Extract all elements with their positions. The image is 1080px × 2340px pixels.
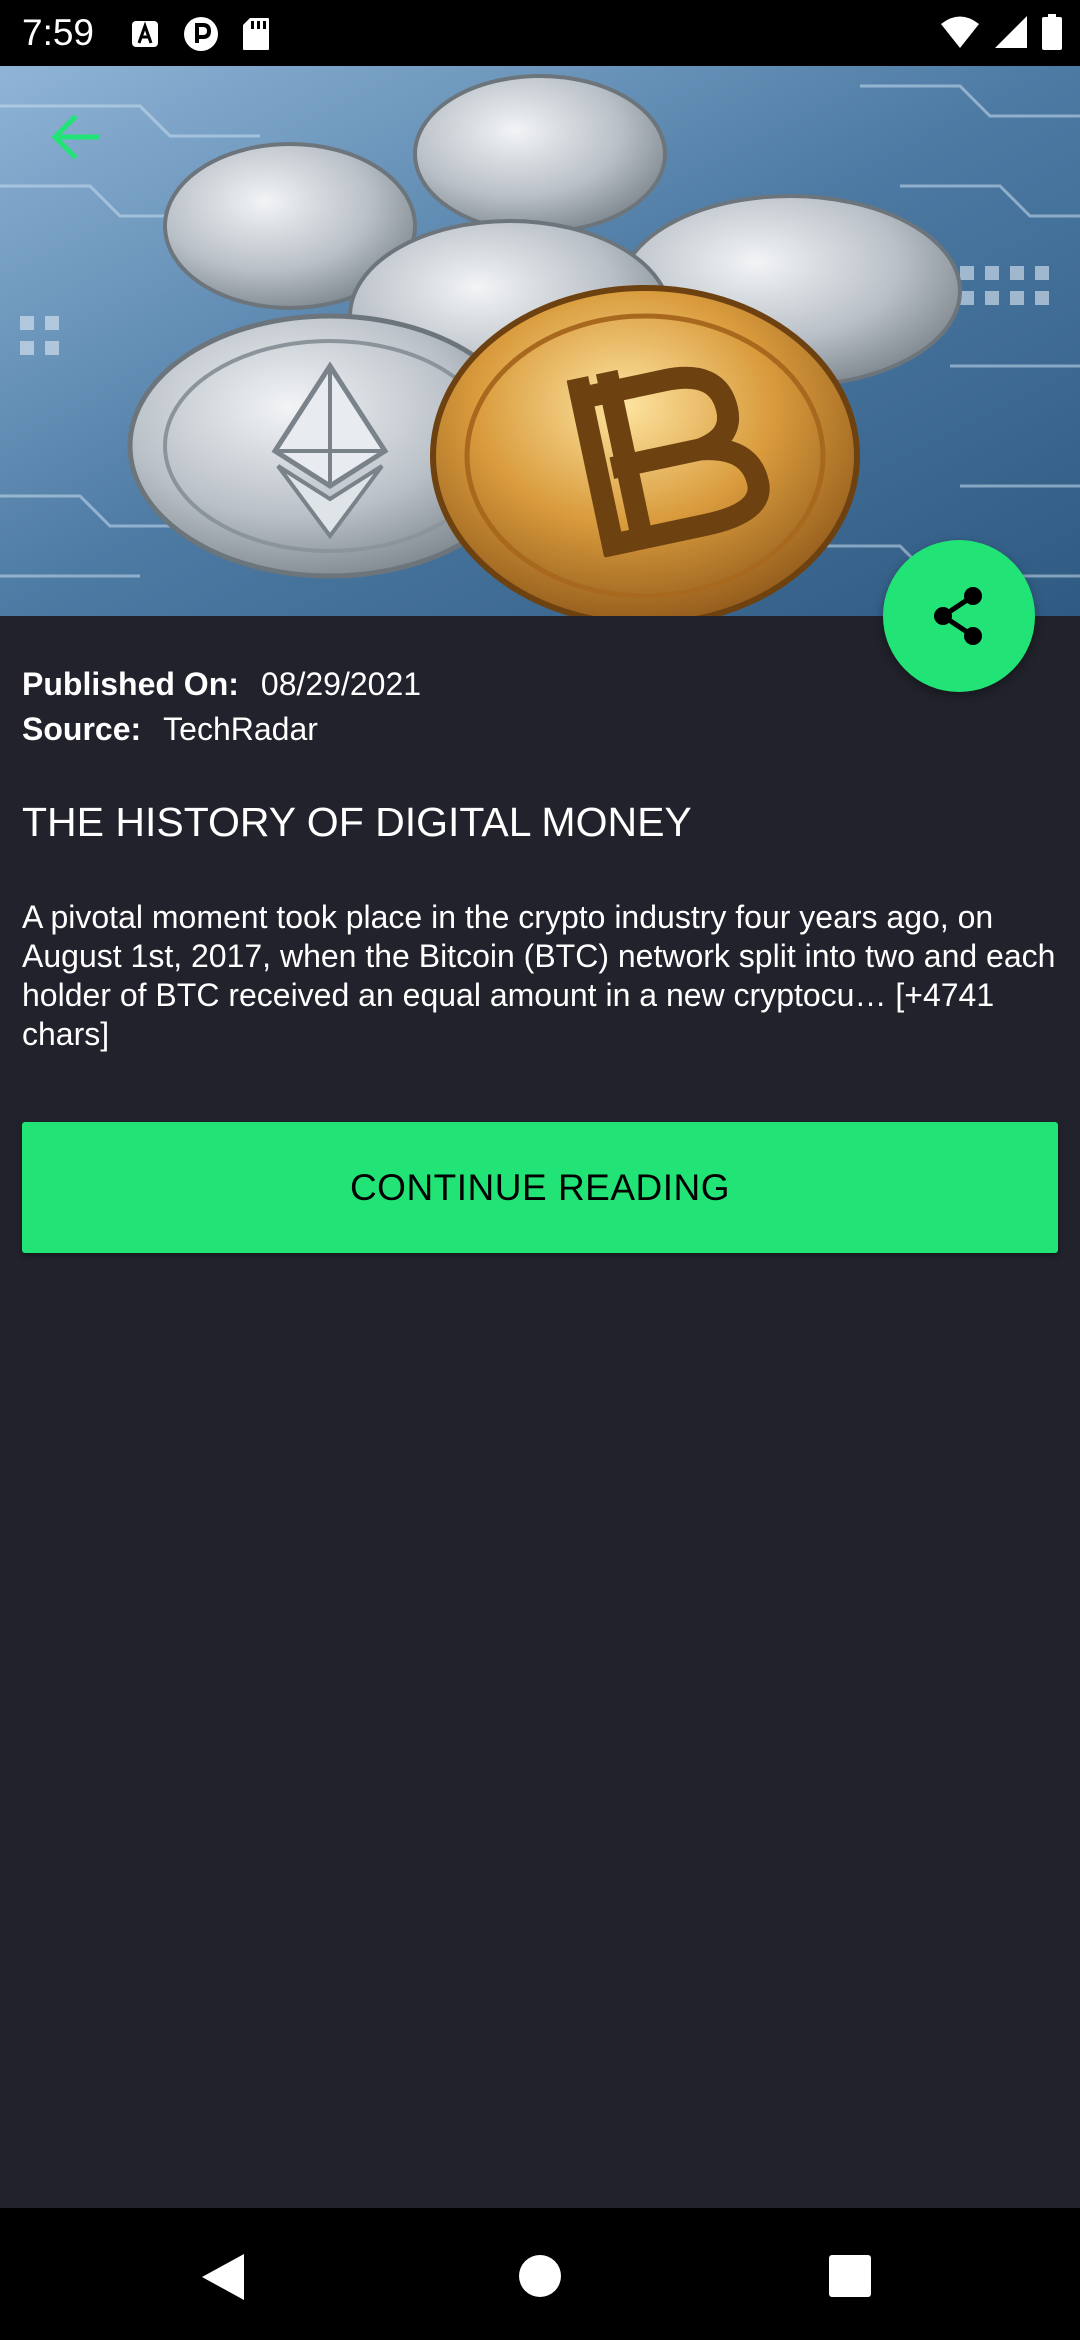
article-hero-image <box>0 66 1080 616</box>
source-label: Source: <box>22 711 142 747</box>
published-label: Published On: <box>22 666 239 702</box>
share-icon <box>934 587 982 645</box>
wifi-icon <box>941 16 979 48</box>
nav-recents-icon[interactable] <box>829 2255 871 2297</box>
article-title: THE HISTORY OF DIGITAL MONEY <box>22 799 692 845</box>
status-bar: 7:59 <box>0 0 1080 66</box>
nav-home-icon[interactable] <box>518 2254 562 2298</box>
article-description: A pivotal moment took place in the crypt… <box>22 899 1056 1052</box>
signal-icon <box>995 16 1027 48</box>
source-name: TechRadar <box>163 711 318 747</box>
published-date: 08/29/2021 <box>260 666 422 702</box>
continue-reading-button[interactable]: CONTINUE READING <box>22 1122 1058 1253</box>
a-notification-icon <box>132 21 158 47</box>
published-row: Published On: 08/29/2021 <box>22 662 421 707</box>
article-meta: Published On: 08/29/2021 Source: TechRad… <box>22 662 421 752</box>
share-button[interactable] <box>883 540 1035 692</box>
status-notification-icons <box>130 15 270 53</box>
status-system-icons <box>940 14 1062 50</box>
source-row: Source: TechRadar <box>22 707 421 752</box>
sd-card-icon <box>243 18 269 50</box>
navigation-bar <box>0 2208 1080 2340</box>
battery-icon <box>1042 14 1062 50</box>
back-button[interactable] <box>42 104 108 170</box>
status-time: 7:59 <box>22 12 95 53</box>
nav-back-icon[interactable] <box>200 2252 246 2302</box>
crypto-coins-illustration <box>0 66 1080 616</box>
p-notification-icon <box>184 17 218 51</box>
arrow-back-icon <box>51 114 100 160</box>
